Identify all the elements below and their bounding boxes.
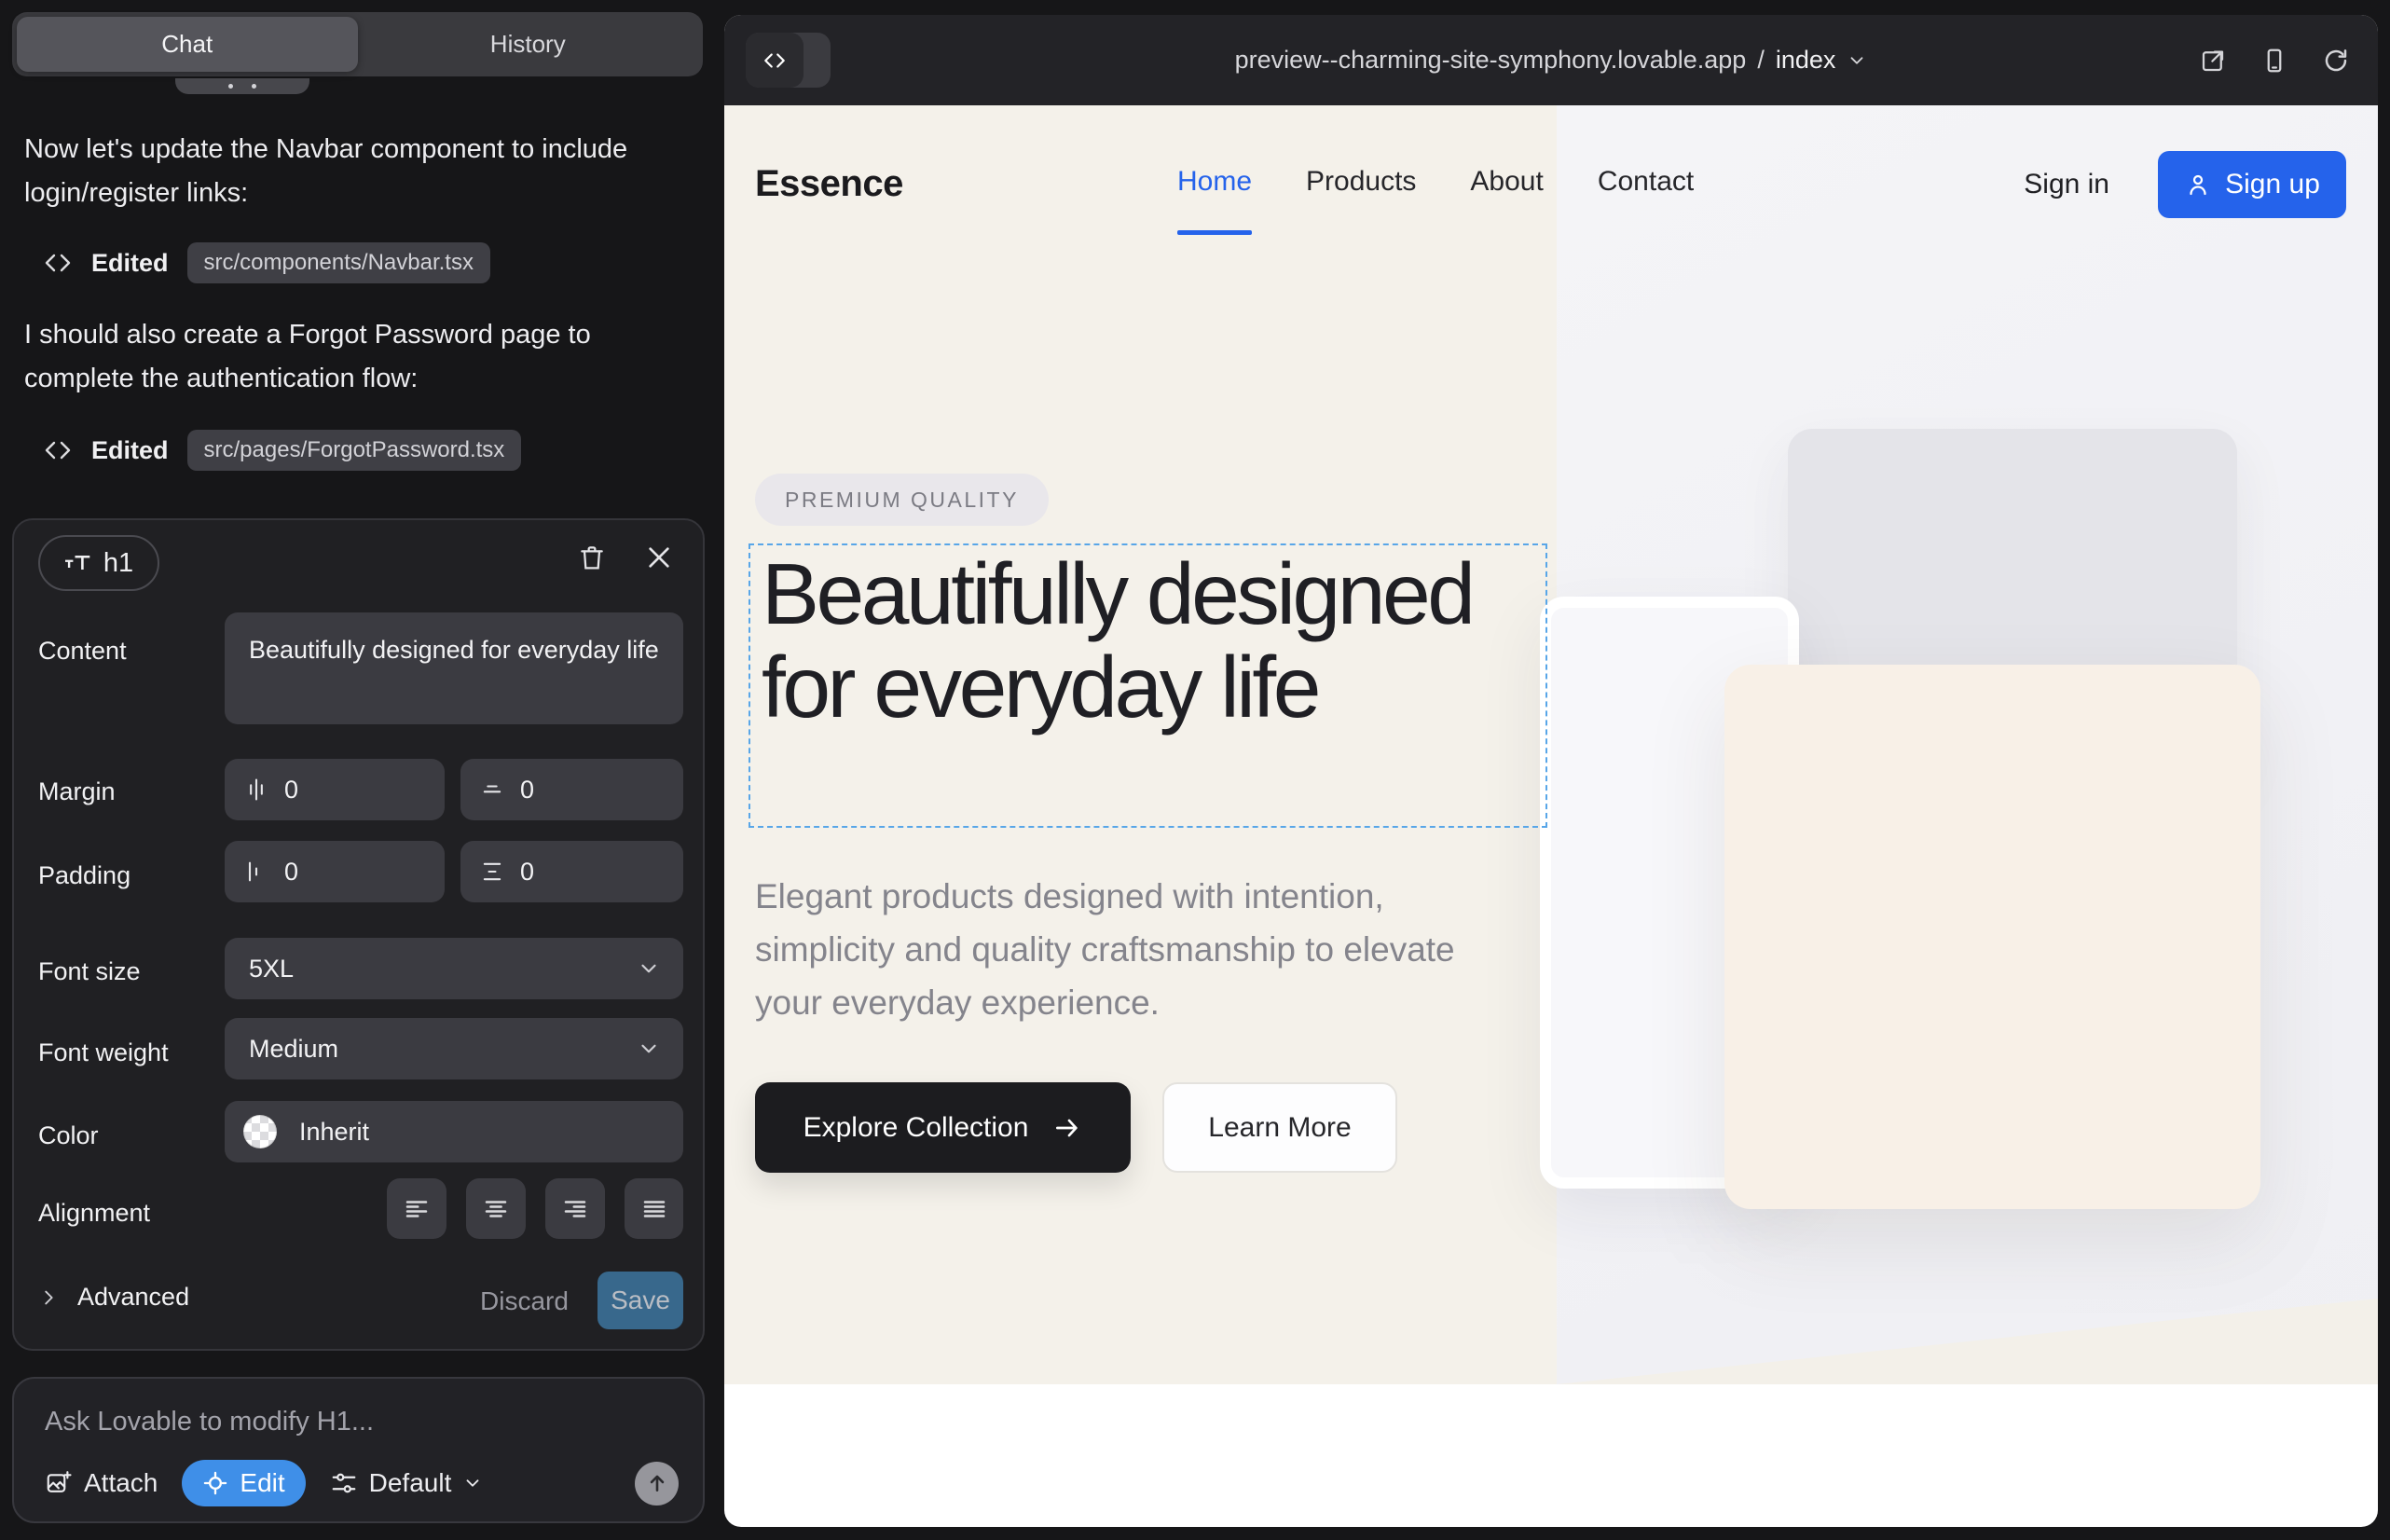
advanced-toggle[interactable]: Advanced bbox=[38, 1283, 189, 1312]
padding-horizontal-icon bbox=[243, 859, 269, 885]
chevron-down-icon bbox=[637, 1037, 661, 1061]
learn-more-button[interactable]: Learn More bbox=[1162, 1082, 1397, 1173]
clipped-badge bbox=[175, 78, 309, 94]
delete-element-button[interactable] bbox=[573, 539, 611, 576]
discard-button[interactable]: Discard bbox=[480, 1286, 569, 1316]
align-justify-button[interactable] bbox=[625, 1178, 683, 1239]
premium-quality-badge: PREMIUM QUALITY bbox=[755, 474, 1049, 526]
code-icon bbox=[43, 435, 73, 465]
sliders-icon bbox=[330, 1469, 358, 1497]
composer-input[interactable]: Ask Lovable to modify H1... bbox=[45, 1407, 374, 1437]
site-navbar: Essence Home Products About Contact Sign… bbox=[755, 140, 2346, 228]
padding-label: Padding bbox=[38, 861, 130, 890]
margin-horizontal-icon bbox=[243, 777, 269, 803]
refresh-icon[interactable] bbox=[2322, 47, 2350, 75]
arrow-right-icon bbox=[1052, 1113, 1082, 1143]
padding-horizontal-input[interactable]: 0 bbox=[225, 841, 445, 902]
align-left-icon bbox=[403, 1195, 431, 1223]
edited-label: Edited bbox=[91, 249, 169, 278]
element-editor-panel: h1 Content Beautifully designed for ever… bbox=[12, 518, 705, 1351]
chevron-down-icon bbox=[1847, 50, 1867, 71]
url-page: index bbox=[1776, 46, 1836, 75]
h1-selection-outline[interactable]: Beautifully designed for everyday life bbox=[749, 543, 1547, 828]
hero-paragraph: Elegant products designed with intention… bbox=[755, 870, 1510, 1029]
open-external-icon[interactable] bbox=[2199, 47, 2227, 75]
lovable-app: Chat History Now let's update the Navbar… bbox=[0, 0, 2390, 1540]
font-size-label: Font size bbox=[38, 957, 141, 986]
preview-browser-bar: preview--charming-site-symphony.lovable.… bbox=[724, 15, 2378, 105]
selected-element-chip: h1 bbox=[38, 535, 159, 591]
file-badge[interactable]: src/pages/ForgotPassword.tsx bbox=[187, 430, 522, 471]
nav-link-home[interactable]: Home bbox=[1177, 166, 1252, 203]
send-button[interactable] bbox=[635, 1462, 679, 1506]
edit-target-icon bbox=[202, 1470, 228, 1496]
user-icon bbox=[2184, 171, 2212, 199]
code-icon bbox=[43, 248, 73, 278]
typography-icon bbox=[64, 553, 92, 573]
alignment-label: Alignment bbox=[38, 1199, 150, 1228]
edited-label: Edited bbox=[91, 436, 169, 465]
site-hero-section: Essence Home Products About Contact Sign… bbox=[724, 105, 2378, 1384]
font-weight-select[interactable]: Medium bbox=[225, 1018, 683, 1079]
file-badge[interactable]: src/components/Navbar.tsx bbox=[187, 242, 490, 283]
url-domain: preview--charming-site-symphony.lovable.… bbox=[1235, 46, 1747, 75]
chat-history-tabs: Chat History bbox=[12, 12, 703, 76]
preview-url[interactable]: preview--charming-site-symphony.lovable.… bbox=[724, 15, 2378, 105]
close-icon[interactable] bbox=[640, 539, 678, 576]
chat-composer: Ask Lovable to modify H1... Attach Edit … bbox=[12, 1377, 705, 1523]
align-right-icon bbox=[561, 1195, 589, 1223]
tab-chat[interactable]: Chat bbox=[17, 17, 358, 72]
chevron-down-icon bbox=[637, 956, 661, 981]
send-arrow-icon bbox=[645, 1471, 669, 1495]
align-justify-icon bbox=[640, 1195, 668, 1223]
color-swatch bbox=[243, 1115, 277, 1148]
content-textarea[interactable]: Beautifully designed for everyday life bbox=[225, 612, 683, 724]
url-separator: / bbox=[1757, 46, 1765, 75]
content-label: Content bbox=[38, 637, 127, 666]
edit-mode-button[interactable]: Edit bbox=[182, 1460, 305, 1506]
nav-link-products[interactable]: Products bbox=[1306, 166, 1416, 203]
margin-horizontal-input[interactable]: 0 bbox=[225, 759, 445, 820]
attach-icon bbox=[45, 1469, 73, 1497]
site-preview-frame: preview--charming-site-symphony.lovable.… bbox=[724, 15, 2378, 1527]
edited-file-row: Edited src/pages/ForgotPassword.tsx bbox=[43, 430, 521, 471]
attach-button[interactable]: Attach bbox=[45, 1468, 158, 1498]
save-button[interactable]: Save bbox=[598, 1272, 683, 1329]
padding-vertical-input[interactable]: 0 bbox=[460, 841, 683, 902]
sign-up-button[interactable]: Sign up bbox=[2158, 151, 2346, 218]
align-center-button[interactable] bbox=[466, 1178, 526, 1239]
font-weight-label: Font weight bbox=[38, 1038, 169, 1067]
explore-collection-button[interactable]: Explore Collection bbox=[755, 1082, 1131, 1173]
padding-vertical-icon bbox=[479, 859, 505, 885]
chat-message: Now let's update the Navbar component to… bbox=[24, 128, 639, 215]
margin-label: Margin bbox=[38, 777, 116, 806]
align-right-button[interactable] bbox=[545, 1178, 605, 1239]
chevron-down-icon bbox=[462, 1473, 483, 1493]
nav-links: Home Products About Contact bbox=[1177, 166, 1694, 203]
margin-vertical-input[interactable]: 0 bbox=[460, 759, 683, 820]
color-label: Color bbox=[38, 1121, 99, 1150]
edited-file-row: Edited src/components/Navbar.tsx bbox=[43, 242, 490, 283]
sign-in-link[interactable]: Sign in bbox=[2024, 169, 2109, 200]
tab-history[interactable]: History bbox=[358, 17, 699, 72]
element-tag-label: h1 bbox=[103, 548, 133, 579]
color-select[interactable]: Inherit bbox=[225, 1101, 683, 1162]
margin-vertical-icon bbox=[479, 777, 505, 803]
align-center-icon bbox=[482, 1195, 510, 1223]
nav-link-contact[interactable]: Contact bbox=[1598, 166, 1694, 203]
mobile-view-icon[interactable] bbox=[2260, 47, 2288, 75]
font-size-select[interactable]: 5XL bbox=[225, 938, 683, 999]
hero-heading: Beautifully designed for everyday life bbox=[750, 545, 1545, 736]
chevron-right-icon bbox=[38, 1287, 59, 1308]
default-mode-select[interactable]: Default bbox=[330, 1468, 484, 1498]
nav-link-about[interactable]: About bbox=[1470, 166, 1543, 203]
site-logo[interactable]: Essence bbox=[755, 163, 903, 205]
chat-message: I should also create a Forgot Password p… bbox=[24, 313, 639, 401]
align-left-button[interactable] bbox=[387, 1178, 446, 1239]
decor-card-beige bbox=[1724, 665, 2260, 1209]
